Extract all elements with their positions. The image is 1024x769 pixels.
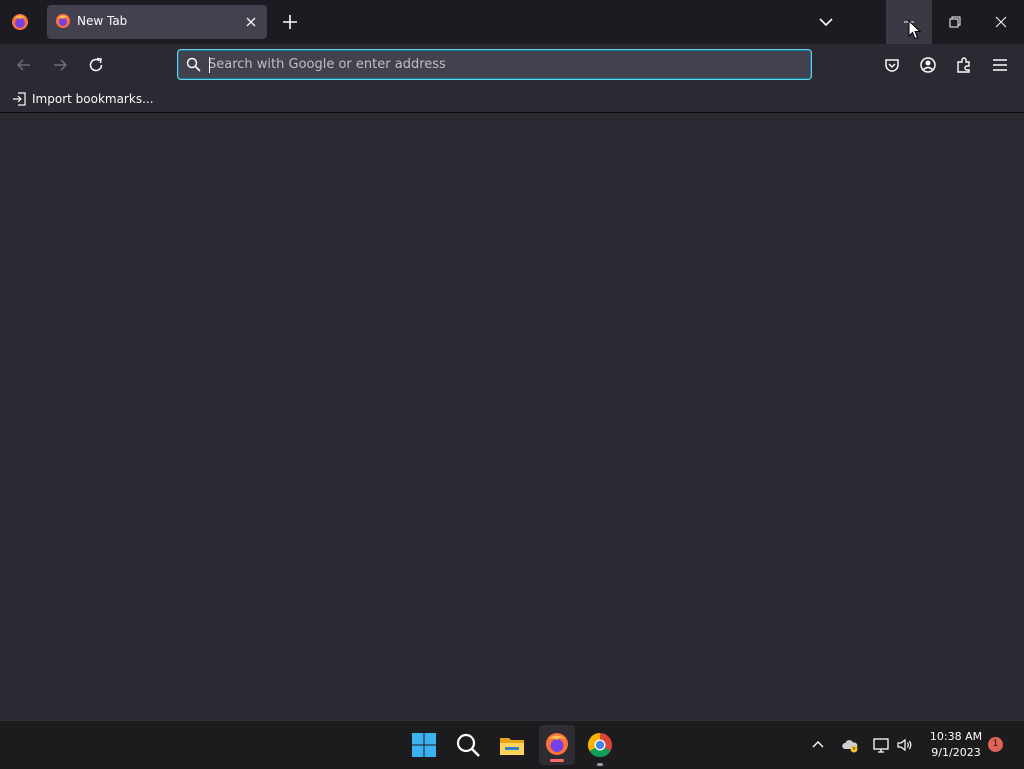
active-app-indicator	[550, 759, 564, 762]
extensions-puzzle-icon[interactable]	[954, 55, 974, 75]
firefox-icon	[55, 13, 71, 29]
bookmarks-toolbar: Import bookmarks...	[0, 86, 1024, 113]
hamburger-menu-icon[interactable]	[990, 55, 1010, 75]
firefox-taskbar-icon[interactable]	[539, 725, 575, 765]
volume-icon[interactable]	[896, 736, 914, 754]
close-icon	[995, 16, 1007, 28]
notification-badge[interactable]: 1	[988, 737, 1003, 752]
import-bookmarks-button[interactable]: Import bookmarks...	[12, 90, 154, 108]
new-tab-plus-icon[interactable]	[280, 12, 300, 32]
pocket-icon[interactable]	[882, 55, 902, 75]
mouse-cursor-icon	[908, 20, 922, 40]
windows-start-icon[interactable]	[408, 729, 440, 761]
tab-title: New Tab	[77, 14, 128, 28]
restore-button[interactable]	[932, 0, 978, 44]
page-content[interactable]	[0, 113, 1024, 720]
firefox-view-icon[interactable]	[10, 12, 30, 32]
clock-date: 9/1/2023	[931, 746, 981, 759]
title-bar: New Tab	[0, 0, 1024, 44]
taskbar-search-icon[interactable]	[452, 729, 484, 761]
show-hidden-icons-chevron-up-icon[interactable]	[809, 736, 827, 754]
taskbar-clock[interactable]: 10:38 AM 9/1/2023	[922, 729, 990, 761]
taskbar: 10:38 AM 9/1/2023 1	[0, 720, 1024, 769]
running-app-indicator	[597, 763, 603, 766]
address-input[interactable]	[208, 54, 798, 74]
forward-arrow-icon[interactable]	[50, 55, 70, 75]
navigation-toolbar	[0, 44, 1024, 86]
chrome-icon[interactable]	[584, 729, 616, 769]
clock-time: 10:38 AM	[929, 730, 983, 743]
text-caret	[209, 57, 210, 73]
restore-icon	[949, 16, 961, 28]
onedrive-cloud-icon[interactable]	[841, 736, 859, 754]
file-explorer-icon[interactable]	[496, 729, 528, 761]
address-bar[interactable]	[177, 49, 812, 80]
search-icon	[186, 57, 201, 72]
back-arrow-icon[interactable]	[14, 55, 34, 75]
account-icon[interactable]	[918, 55, 938, 75]
close-window-button[interactable]	[978, 0, 1024, 44]
import-bookmarks-label: Import bookmarks...	[32, 92, 154, 106]
import-icon	[13, 92, 26, 106]
close-tab-icon[interactable]	[243, 14, 259, 30]
reload-icon[interactable]	[86, 55, 106, 75]
list-all-tabs-chevron-down-icon[interactable]	[816, 12, 836, 32]
tab-new-tab[interactable]: New Tab	[47, 5, 267, 39]
network-icon[interactable]	[872, 736, 890, 754]
